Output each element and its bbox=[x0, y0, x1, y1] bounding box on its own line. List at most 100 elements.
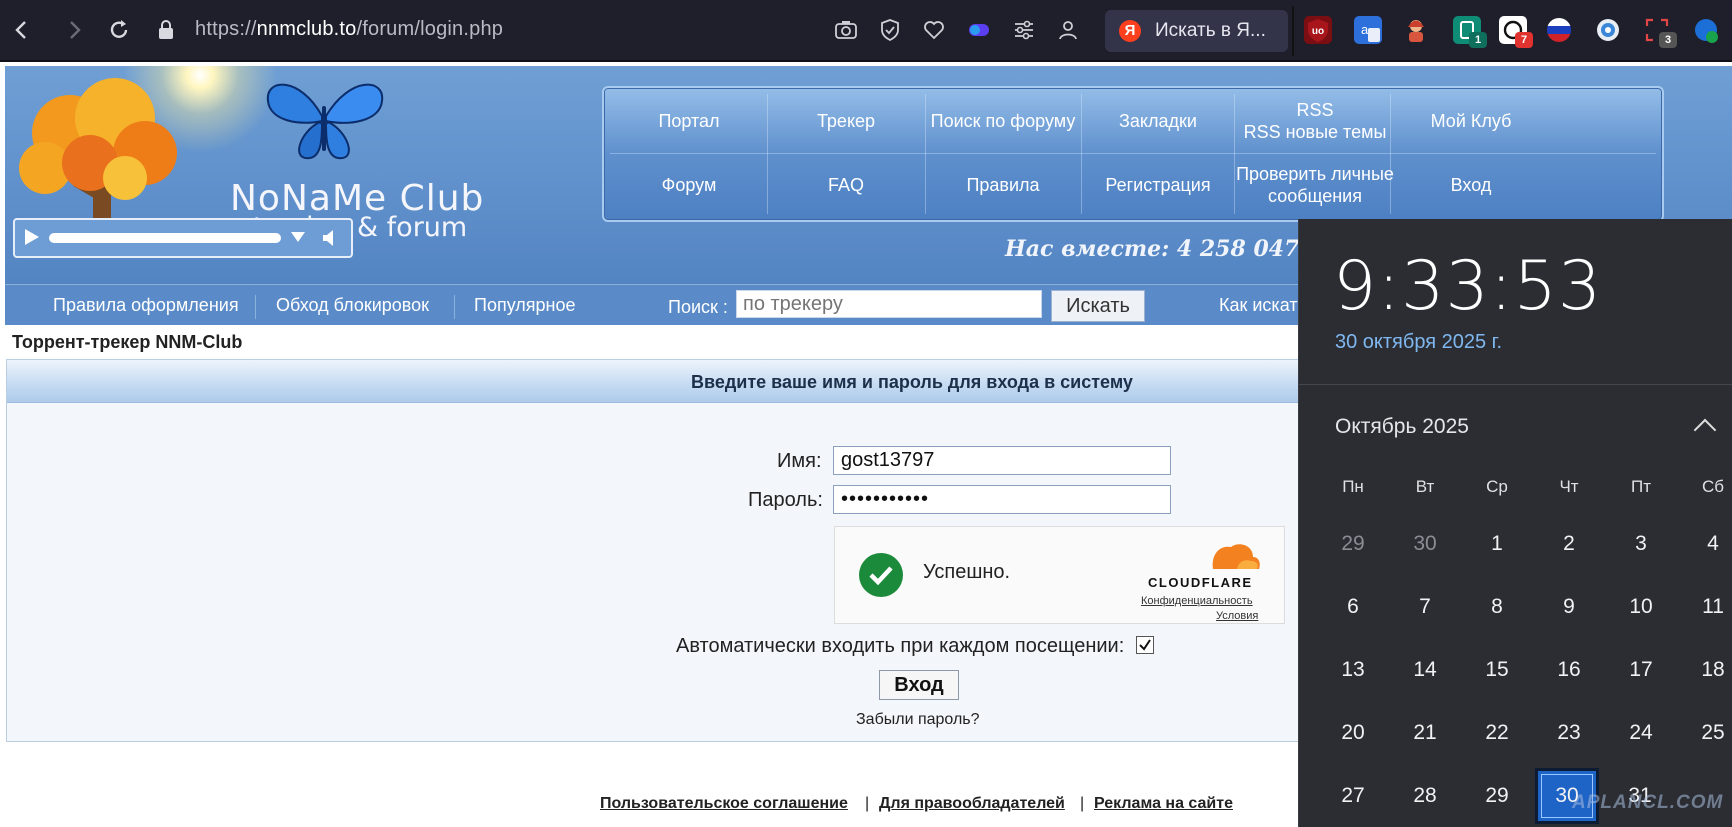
subnav-divider bbox=[454, 295, 455, 319]
clock-date[interactable]: 30 октября 2025 г. bbox=[1335, 331, 1502, 354]
address-bar[interactable]: https://nnmclub.to/forum/login.php bbox=[195, 18, 503, 41]
lock-icon[interactable] bbox=[158, 20, 174, 40]
weekday-label: Пт bbox=[1630, 477, 1651, 496]
captcha-terms-link[interactable]: Условия bbox=[1216, 610, 1258, 622]
calendar-day[interactable]: 29 bbox=[1461, 784, 1533, 808]
search-button[interactable]: Искать bbox=[1051, 290, 1145, 322]
cloudflare-turnstile[interactable]: Успешно. CLOUDFLARE Конфиденциальность У… bbox=[834, 526, 1285, 624]
link-bypass-blocking[interactable]: Обход блокировок bbox=[276, 295, 429, 316]
menu-bookmarks[interactable]: Закладки bbox=[1073, 90, 1243, 152]
menu-portal[interactable]: Портал bbox=[604, 90, 774, 152]
calendar-day[interactable]: 25 bbox=[1677, 721, 1732, 745]
page-title[interactable]: Торрент-трекер NNM-Club bbox=[12, 332, 242, 353]
profile-icon[interactable] bbox=[1056, 18, 1080, 42]
calendar-day[interactable]: 22 bbox=[1461, 721, 1533, 745]
translate-extension-icon[interactable]: a bbox=[1354, 16, 1382, 44]
screenshot-extension-icon[interactable]: 3 bbox=[1643, 16, 1677, 48]
weekday-label: Сб bbox=[1701, 477, 1724, 496]
calendar-day[interactable]: 21 bbox=[1389, 721, 1461, 745]
menu-my-club[interactable]: Мой Клуб bbox=[1386, 90, 1556, 152]
calendar-day[interactable]: 14 bbox=[1389, 658, 1461, 682]
camera-icon[interactable] bbox=[834, 18, 858, 42]
footer-rights-holders[interactable]: Для правообладателей bbox=[879, 795, 1065, 813]
link-how-to-search[interactable]: Как искат bbox=[1219, 295, 1298, 316]
calendar-day[interactable]: 16 bbox=[1533, 658, 1605, 682]
menu-rules[interactable]: Правила bbox=[918, 154, 1088, 216]
calendar-day[interactable]: 24 bbox=[1605, 721, 1677, 745]
calendar-day[interactable]: 11 bbox=[1677, 595, 1732, 619]
reload-icon[interactable] bbox=[103, 14, 135, 46]
toggle-icon[interactable] bbox=[967, 18, 991, 42]
calendar-day[interactable]: 30 bbox=[1389, 532, 1461, 556]
calendar-day[interactable]: 28 bbox=[1389, 784, 1461, 808]
circle-extension-icon[interactable] bbox=[1594, 16, 1622, 44]
weekday-label: Чт bbox=[1559, 477, 1579, 496]
calendar-day[interactable]: 8 bbox=[1461, 595, 1533, 619]
volume-icon[interactable] bbox=[321, 228, 341, 248]
back-icon[interactable] bbox=[6, 14, 38, 46]
chatgpt-extension-icon[interactable]: 7 bbox=[1499, 16, 1533, 48]
login-submit-button[interactable]: Вход bbox=[879, 670, 959, 700]
calendar-day[interactable]: 20 bbox=[1317, 721, 1389, 745]
success-check-icon bbox=[859, 553, 903, 597]
yandex-search-button[interactable]: Я Искать в Я... bbox=[1105, 10, 1288, 52]
username-field[interactable] bbox=[833, 446, 1171, 475]
russia-flag-icon[interactable] bbox=[1545, 16, 1573, 44]
calendar-day[interactable]: 27 bbox=[1317, 784, 1389, 808]
calendar-day[interactable]: 2 bbox=[1533, 532, 1605, 556]
player-progress-bar[interactable] bbox=[49, 233, 281, 243]
menu-login[interactable]: Вход bbox=[1386, 154, 1556, 216]
calendar-day[interactable]: 6 bbox=[1317, 595, 1389, 619]
menu-registration[interactable]: Регистрация bbox=[1073, 154, 1243, 216]
ublock-extension-icon[interactable]: uo bbox=[1304, 16, 1332, 44]
heart-icon[interactable] bbox=[922, 18, 946, 42]
link-popular[interactable]: Популярное bbox=[474, 295, 576, 316]
calendar-day[interactable]: 29 bbox=[1317, 532, 1389, 556]
menu-forum-search[interactable]: Поиск по форуму bbox=[918, 90, 1088, 152]
extension-partial-icon[interactable] bbox=[1692, 16, 1720, 44]
footer-advertising[interactable]: Реклама на сайте bbox=[1094, 795, 1233, 813]
search-input[interactable] bbox=[736, 290, 1042, 318]
cloudflare-cloud-icon bbox=[1153, 539, 1263, 573]
calendar-day[interactable]: 9 bbox=[1533, 595, 1605, 619]
forward-icon[interactable] bbox=[58, 14, 90, 46]
autologin-label: Автоматически входить при каждом посещен… bbox=[676, 635, 1125, 657]
menu-forum[interactable]: Форум bbox=[604, 154, 774, 216]
chevron-down-icon[interactable] bbox=[291, 232, 305, 242]
play-icon[interactable] bbox=[25, 229, 39, 245]
calendar-month[interactable]: Октябрь 2025 bbox=[1335, 415, 1469, 439]
calendar-day[interactable]: 15 bbox=[1461, 658, 1533, 682]
calendar-day[interactable]: 1 bbox=[1461, 532, 1533, 556]
calendar-day[interactable]: 10 bbox=[1605, 595, 1677, 619]
menu-tracker[interactable]: Трекер bbox=[761, 90, 931, 152]
captcha-privacy-link[interactable]: Конфиденциальность bbox=[1141, 595, 1253, 607]
calendar-day[interactable]: 3 bbox=[1605, 532, 1677, 556]
password-field[interactable]: ••••••••••• bbox=[833, 485, 1171, 514]
footer-separator: | bbox=[1080, 795, 1085, 812]
copy-extension-icon[interactable]: 1 bbox=[1453, 16, 1487, 48]
calendar-day[interactable]: 4 bbox=[1677, 532, 1732, 556]
menu-rss[interactable]: RSS RSS новые темы bbox=[1230, 90, 1400, 152]
calendar-day[interactable]: 7 bbox=[1389, 595, 1461, 619]
calendar-day[interactable]: 23 bbox=[1533, 721, 1605, 745]
toolbar-divider bbox=[1292, 6, 1294, 56]
forgot-password-link[interactable]: Забыли пароль? bbox=[856, 711, 980, 729]
calendar-day[interactable]: 17 bbox=[1605, 658, 1677, 682]
autologin-checkbox[interactable] bbox=[1136, 636, 1154, 654]
calendar-day[interactable]: 13 bbox=[1317, 658, 1389, 682]
weekday-label: Ср bbox=[1486, 477, 1508, 496]
menu-private-messages[interactable]: Проверить личные сообщения bbox=[1230, 154, 1400, 216]
footer-user-agreement[interactable]: Пользовательское соглашение bbox=[600, 795, 848, 813]
yandex-logo-icon: Я bbox=[1119, 20, 1141, 42]
browser-toolbar: https://nnmclub.to/forum/login.php Я Иск… bbox=[0, 0, 1732, 62]
search-label: Поиск : bbox=[668, 297, 728, 317]
cloudflare-brand: CLOUDFLARE bbox=[1148, 575, 1253, 590]
password-label: Пароль: bbox=[748, 489, 823, 511]
menu-faq[interactable]: FAQ bbox=[761, 154, 931, 216]
link-formatting-rules[interactable]: Правила оформления bbox=[53, 295, 239, 316]
avatar-extension-icon[interactable] bbox=[1402, 16, 1430, 44]
settings-sliders-icon[interactable] bbox=[1012, 18, 1036, 42]
chevron-up-icon[interactable] bbox=[1693, 418, 1717, 442]
calendar-day[interactable]: 18 bbox=[1677, 658, 1732, 682]
shield-icon[interactable] bbox=[878, 18, 902, 42]
